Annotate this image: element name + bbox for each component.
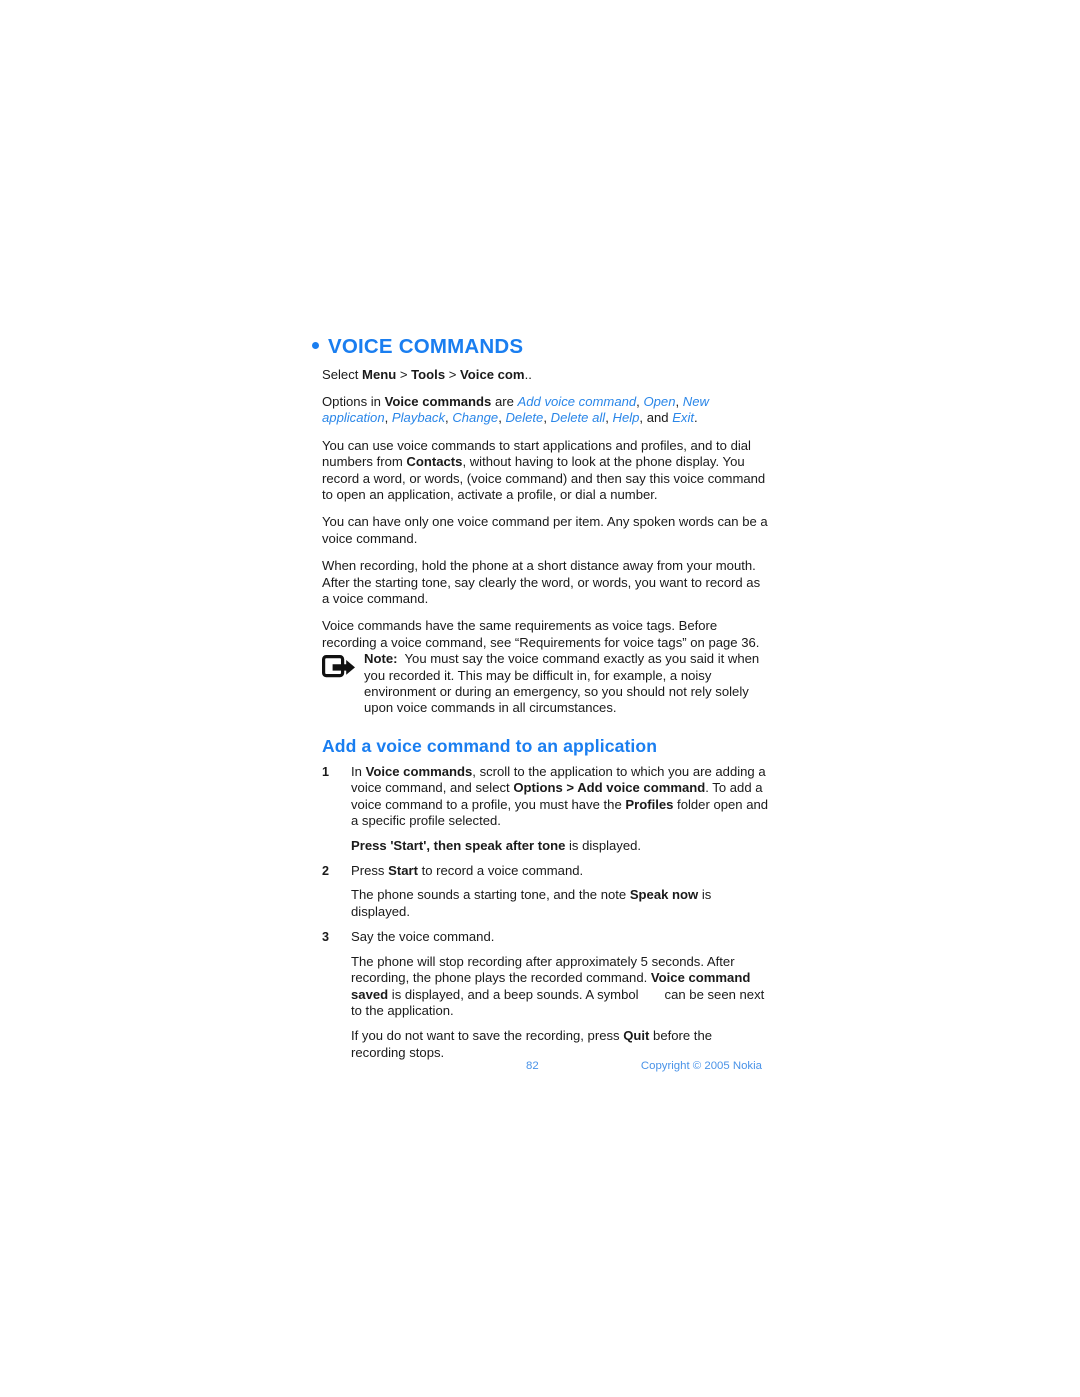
- step-text-1: In Voice commands, scroll to the applica…: [351, 764, 770, 830]
- step1-result-rest: is displayed.: [565, 837, 642, 853]
- path-separator-2: >: [445, 366, 461, 382]
- path-suffix: ..: [524, 366, 532, 382]
- step-item-3: 3 Say the voice command.: [322, 929, 770, 945]
- options-paragraph: Options in Voice commands are Add voice …: [322, 393, 709, 426]
- option-change: Change: [452, 410, 499, 426]
- intro-paragraph: You can use voice commands to start appl…: [322, 438, 770, 504]
- step2-result-a: The phone sounds a starting tone, and th…: [351, 887, 630, 903]
- options-app-name: Voice commands: [384, 393, 492, 409]
- start-button-label: Start: [388, 863, 418, 879]
- press-start-prompt: Press 'Start', then speak after tone: [351, 837, 566, 853]
- footer-copyright: Copyright © 2005 Nokia: [640, 1060, 762, 1072]
- page-title: VOICE COMMANDS: [328, 335, 524, 358]
- page-footer: 82 Copyright © 2005 Nokia: [312, 1060, 770, 1080]
- options-and: and: [646, 410, 673, 426]
- step-item-1: 1 In Voice commands, scroll to the appli…: [322, 764, 770, 830]
- note-arrow-icon: [322, 651, 364, 680]
- footer-page-number: 82: [526, 1060, 539, 1072]
- option-exit: Exit: [672, 410, 695, 426]
- option-add-voice-command: Add voice command: [517, 393, 637, 409]
- option-help: Help: [612, 410, 640, 426]
- chapter-heading: VOICE COMMANDS: [312, 336, 770, 358]
- step1-part-a: In: [351, 764, 366, 780]
- option-delete-all: Delete all: [550, 410, 606, 426]
- section-heading: Add a voice command to an application: [322, 735, 658, 756]
- bullet-dot-icon: [312, 342, 319, 349]
- step-text-2: Press Start to record a voice command.: [351, 863, 770, 879]
- one-command-paragraph: You can have only one voice command per …: [322, 514, 768, 546]
- step-number-2: 2: [322, 864, 330, 879]
- step2-part-a: Press: [351, 863, 389, 879]
- step1-options-path: Options > Add voice command: [513, 780, 706, 796]
- options-are: are: [491, 393, 518, 409]
- requirements-paragraph: Voice commands have the same requirement…: [322, 618, 760, 650]
- step2-part-c: to record a voice command.: [417, 863, 584, 879]
- options-period: .: [694, 410, 698, 426]
- page-content: VOICE COMMANDS Select Menu > Tools > Voi…: [312, 336, 770, 1070]
- select-path-paragraph: Select Menu > Tools > Voice com..: [322, 367, 770, 383]
- note-label: Note:: [364, 651, 398, 667]
- step-number-3: 3: [322, 930, 330, 945]
- quit-recording-text: If you do not want to save the recording…: [351, 1028, 770, 1061]
- quit-button-label: Quit: [623, 1028, 650, 1044]
- note-body: You must say the voice command exactly a…: [364, 651, 760, 716]
- tools-label: Tools: [411, 366, 446, 382]
- option-delete: Delete: [505, 410, 544, 426]
- step2-result-text: The phone sounds a starting tone, and th…: [351, 887, 770, 920]
- path-separator-1: >: [396, 366, 412, 382]
- menu-label: Menu: [362, 366, 397, 382]
- step1-voice-commands: Voice commands: [365, 764, 473, 780]
- step3-result-c: is displayed, and a beep sounds. A symbo…: [388, 986, 639, 1002]
- body-block: Select Menu > Tools > Voice com.. Option…: [322, 367, 770, 652]
- step3-result-text: The phone will stop recording after appr…: [351, 954, 770, 1020]
- recording-paragraph: When recording, hold the phone at a shor…: [322, 558, 761, 606]
- voice-com-label: Voice com: [460, 366, 525, 382]
- speak-now-note: Speak now: [629, 887, 699, 903]
- step-item-2: 2 Press Start to record a voice command.: [322, 863, 770, 879]
- note-block: Note: You must say the voice command exa…: [322, 651, 770, 717]
- option-playback: Playback: [391, 410, 446, 426]
- select-prefix: Select: [322, 366, 363, 382]
- document-page: VOICE COMMANDS Select Menu > Tools > Voi…: [0, 0, 1080, 1397]
- step-text-3: Say the voice command.: [351, 929, 495, 945]
- option-open: Open: [643, 393, 676, 409]
- note-text: Note: You must say the voice command exa…: [364, 651, 770, 717]
- step-number-1: 1: [322, 765, 330, 780]
- step1-result-text: Press 'Start', then speak after tone is …: [351, 838, 770, 854]
- step1-profiles: Profiles: [625, 796, 674, 812]
- final-part-a: If you do not want to save the recording…: [351, 1028, 624, 1044]
- options-lead: Options in: [322, 393, 385, 409]
- contacts-label: Contacts: [406, 454, 463, 470]
